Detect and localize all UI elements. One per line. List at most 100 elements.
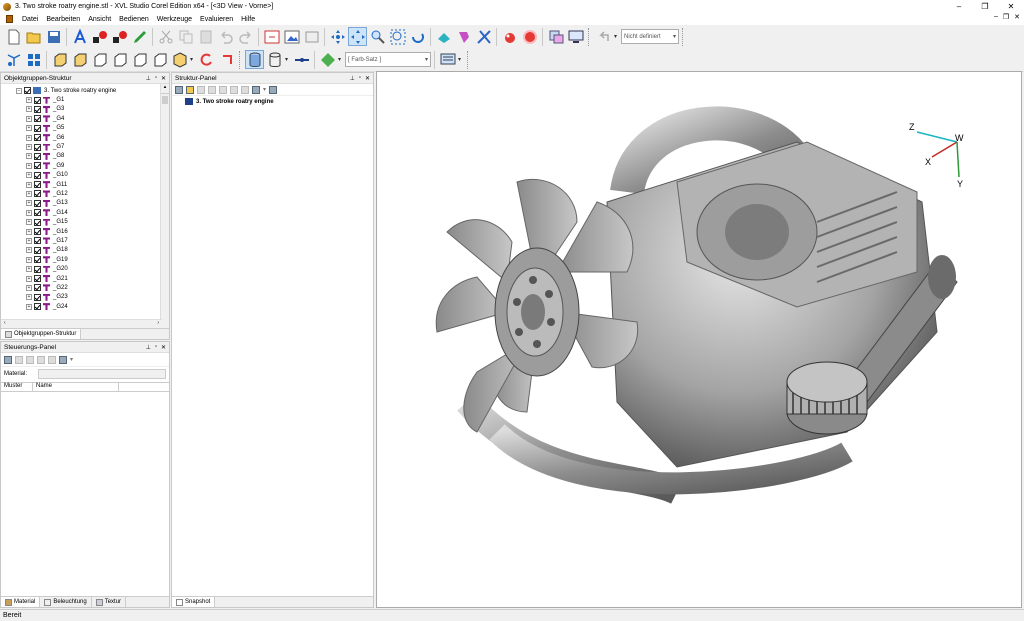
tree-group-item[interactable]: + _G22 [26, 283, 169, 292]
visibility-checkbox[interactable] [34, 115, 41, 123]
tree-group-item[interactable]: + _G21 [26, 274, 169, 283]
structure-cut-icon[interactable] [208, 85, 216, 94]
material-field[interactable] [38, 369, 166, 379]
expand-icon[interactable]: + [26, 153, 32, 160]
cylinder-display-icon[interactable] [245, 50, 264, 69]
visibility-checkbox[interactable] [34, 190, 41, 198]
expand-icon[interactable]: + [26, 97, 32, 104]
tree-group-item[interactable]: + _G19 [26, 255, 169, 264]
undo-icon[interactable] [216, 27, 235, 46]
tree-group-item[interactable]: + _G5 [26, 124, 169, 133]
engine-model[interactable]: Z W X Y [377, 72, 1022, 608]
tree-group-item[interactable]: + _G15 [26, 217, 169, 226]
structure-move-icon[interactable] [241, 85, 249, 94]
view-back-icon[interactable] [70, 50, 89, 69]
expand-icon[interactable]: + [26, 144, 32, 151]
tab-lighting[interactable]: Beleuchtung [40, 597, 92, 607]
structure-paste-icon[interactable] [219, 85, 227, 94]
rotate-view-icon[interactable] [408, 27, 427, 46]
grid-select-icon[interactable] [24, 50, 43, 69]
visibility-checkbox[interactable] [34, 124, 41, 132]
view-iso-icon[interactable] [170, 50, 189, 69]
float-icon[interactable]: ▫ [359, 75, 361, 82]
visibility-checkbox[interactable] [34, 134, 41, 142]
tree-group-item[interactable]: + _G9 [26, 161, 169, 170]
3d-viewport[interactable]: Z W X Y [376, 71, 1022, 608]
tree-root[interactable]: − 3. Two stroke roatry engine [16, 86, 169, 95]
zoom-fit-icon[interactable] [388, 27, 407, 46]
tree-group-item[interactable]: + _G3 [26, 105, 169, 114]
tools-icon[interactable] [474, 27, 493, 46]
visibility-checkbox[interactable] [34, 152, 41, 160]
expand-icon[interactable]: + [26, 106, 32, 113]
view-left-icon[interactable] [90, 50, 109, 69]
visibility-checkbox[interactable] [34, 228, 41, 236]
expand-icon[interactable]: + [26, 219, 32, 226]
pen-tool-button[interactable] [130, 27, 149, 46]
view-right-icon[interactable] [110, 50, 129, 69]
expand-icon[interactable]: + [26, 303, 32, 310]
tree-group-item[interactable]: + _G11 [26, 180, 169, 189]
structure-copy-icon[interactable] [197, 85, 205, 94]
close-button[interactable]: ✕ [998, 0, 1024, 13]
mdi-minimize-button[interactable]: – [994, 13, 998, 21]
visibility-checkbox[interactable] [34, 237, 41, 245]
menu-bearbeiten[interactable]: Bearbeiten [42, 16, 84, 23]
tree-group-item[interactable]: + _G16 [26, 227, 169, 236]
visibility-checkbox[interactable] [34, 96, 41, 104]
tree-hscrollbar[interactable]: ‹ › [1, 319, 162, 328]
measure-icon[interactable] [434, 27, 453, 46]
visibility-checkbox[interactable] [34, 275, 41, 282]
view-front-icon[interactable] [50, 50, 69, 69]
expand-icon[interactable]: + [26, 294, 32, 301]
visibility-checkbox[interactable] [34, 256, 41, 264]
snapshot-item[interactable]: 3. Two stroke roatry engine [172, 96, 373, 105]
visibility-checkbox[interactable] [34, 218, 41, 226]
menu-werkzeuge[interactable]: Werkzeuge [153, 16, 196, 23]
annotation-button[interactable] [302, 27, 321, 46]
expand-icon[interactable]: + [26, 125, 32, 132]
expand-icon[interactable]: + [26, 162, 32, 169]
structure-options-icon[interactable] [252, 85, 260, 94]
reset-view-icon[interactable] [197, 50, 216, 69]
visibility-checkbox[interactable] [34, 162, 41, 170]
expand-icon[interactable]: + [26, 209, 32, 216]
zoom-icon[interactable] [368, 27, 387, 46]
menu-evaluieren[interactable]: Evaluieren [196, 16, 237, 23]
material-options-icon[interactable] [59, 355, 67, 364]
visibility-checkbox[interactable] [34, 303, 41, 311]
tree-group-item[interactable]: + _G4 [26, 114, 169, 123]
view-bottom-icon[interactable] [150, 50, 169, 69]
view-combo[interactable]: Nicht definiert ▾ [621, 29, 679, 44]
back-arrow-icon[interactable] [594, 27, 613, 46]
float-icon[interactable]: ▫ [155, 344, 157, 351]
expand-icon[interactable]: + [26, 190, 32, 197]
visibility-checkbox[interactable] [34, 284, 41, 292]
tab-object-tree[interactable]: Objektgruppen-Struktur [1, 329, 82, 339]
visibility-checkbox[interactable] [34, 209, 41, 217]
menu-bedienen[interactable]: Bedienen [115, 16, 153, 23]
color-set-icon[interactable] [318, 50, 337, 69]
new-file-button[interactable] [4, 27, 23, 46]
expand-icon[interactable]: + [26, 237, 32, 244]
expand-icon[interactable]: + [26, 266, 32, 273]
panel-close-icon[interactable]: ✕ [161, 344, 166, 351]
structure-settings-icon[interactable] [269, 85, 278, 94]
apply-material-icon[interactable] [37, 355, 45, 364]
tree-group-item[interactable]: + _G13 [26, 199, 169, 208]
add-material-icon[interactable] [4, 355, 12, 364]
display-settings-icon[interactable] [438, 50, 457, 69]
visibility-checkbox[interactable] [34, 246, 41, 254]
visibility-checkbox[interactable] [34, 199, 41, 207]
pan-icon[interactable] [328, 27, 347, 46]
edit-material-icon[interactable] [26, 355, 34, 364]
col-name[interactable]: Name [33, 383, 119, 391]
tree-group-item[interactable]: + _G12 [26, 189, 169, 198]
panel-close-icon[interactable]: ✕ [365, 75, 370, 82]
visibility-checkbox[interactable] [34, 143, 41, 151]
layers-icon[interactable] [546, 27, 565, 46]
sphere-icon[interactable] [500, 27, 519, 46]
structure-folder-icon[interactable] [186, 85, 194, 94]
structure-delete-icon[interactable] [230, 85, 238, 94]
screen-capture-icon[interactable] [566, 27, 585, 46]
